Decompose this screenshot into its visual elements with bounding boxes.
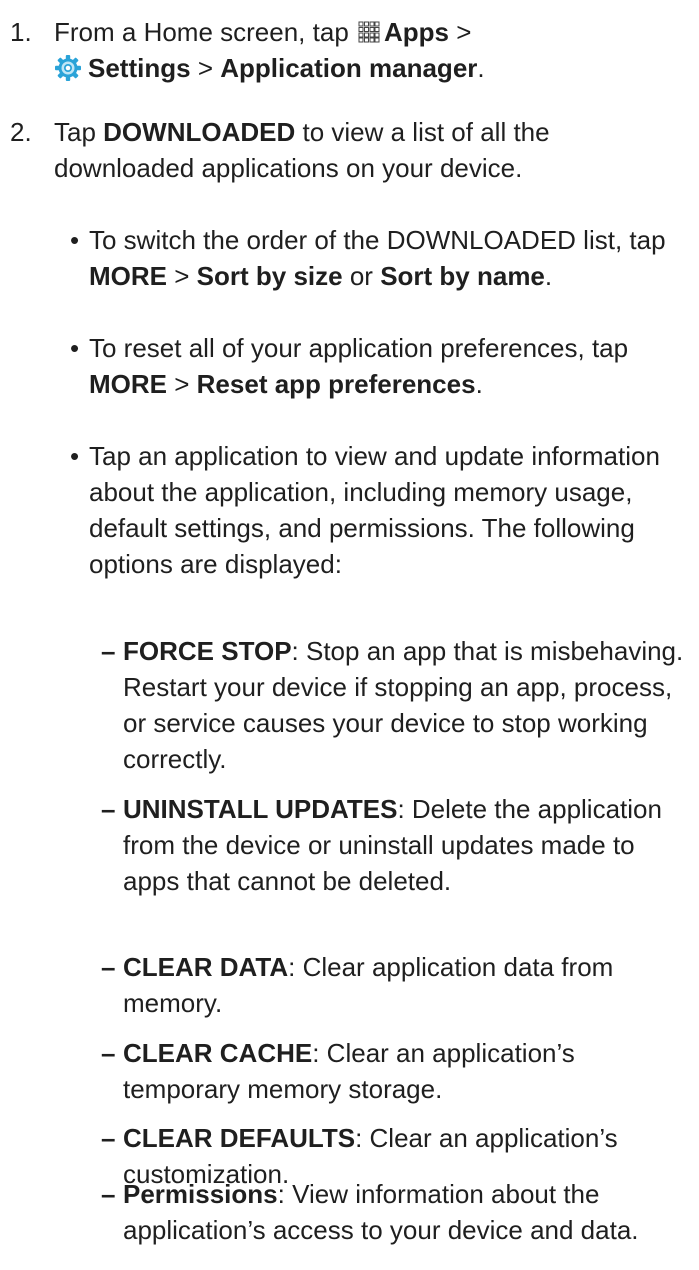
step-1-intro: From a Home screen, tap	[54, 17, 349, 47]
step-number: 2.	[10, 117, 32, 147]
dash-marker: –	[101, 794, 116, 824]
period: .	[477, 53, 485, 83]
manual-page: 1. From a Home screen, tap Apps > Settin…	[0, 0, 699, 1270]
more-label: MORE	[89, 369, 167, 399]
period: .	[544, 261, 553, 291]
settings-gear-icon	[55, 55, 81, 81]
dash-marker: –	[101, 1038, 116, 1068]
bullet-text: To reset all of your application prefere…	[89, 330, 694, 402]
dash-marker: –	[101, 1123, 116, 1153]
apps-grid-icon	[358, 21, 380, 43]
more-label: MORE	[89, 261, 167, 291]
option-text: FORCE STOP: Stop an app that is misbehav…	[123, 633, 693, 777]
option-label: UNINSTALL UPDATES	[123, 794, 398, 824]
or-word: or	[349, 261, 373, 291]
step-number: 1.	[10, 17, 32, 47]
option-label: Permissions	[123, 1179, 278, 1209]
sort-by-size-label: Sort by size	[196, 261, 343, 291]
option-label: FORCE STOP	[123, 636, 292, 666]
option-text: CLEAR DATA: Clear application data from …	[123, 949, 693, 1021]
period: .	[475, 369, 483, 399]
step-2-text: Tap DOWNLOADED to view a list of all the…	[54, 114, 695, 186]
option-text: CLEAR CACHE: Clear an application’s temp…	[123, 1035, 693, 1107]
reset-app-preferences-label: Reset app preferences	[196, 369, 476, 399]
bullet-text: To switch the order of the DOWNLOADED li…	[89, 222, 694, 294]
bullet-intro: To reset all of your application prefere…	[89, 333, 629, 363]
bullet-dot: •	[70, 441, 80, 471]
option-label: CLEAR CACHE	[123, 1038, 313, 1068]
dash-marker: –	[101, 636, 116, 666]
bullet-text: Tap an application to view and update in…	[89, 441, 660, 579]
settings-label: Settings	[88, 53, 191, 83]
dash-marker: –	[101, 952, 116, 982]
downloaded-label: DOWNLOADED	[103, 117, 296, 147]
sort-by-name-label: Sort by name	[380, 261, 545, 291]
apps-label: Apps	[384, 17, 450, 47]
bullet-dot: •	[70, 225, 80, 255]
separator: >	[456, 17, 472, 47]
option-label: CLEAR DATA	[123, 952, 289, 982]
option-text: Permissions: View information about the …	[123, 1176, 693, 1248]
step-1-text: From a Home screen, tap Apps > Settings …	[54, 14, 695, 86]
separator: >	[174, 369, 190, 399]
option-text: UNINSTALL UPDATES: Delete the applicatio…	[123, 791, 693, 899]
bullet-intro: To switch the order of the DOWNLOADED li…	[89, 225, 666, 255]
option-label: CLEAR DEFAULTS	[123, 1123, 356, 1153]
separator: >	[174, 261, 190, 291]
bullet-dot: •	[70, 333, 80, 363]
dash-marker: –	[101, 1179, 116, 1209]
application-manager-label: Application manager	[220, 53, 478, 83]
tap-word: Tap	[54, 117, 96, 147]
separator: >	[197, 53, 213, 83]
